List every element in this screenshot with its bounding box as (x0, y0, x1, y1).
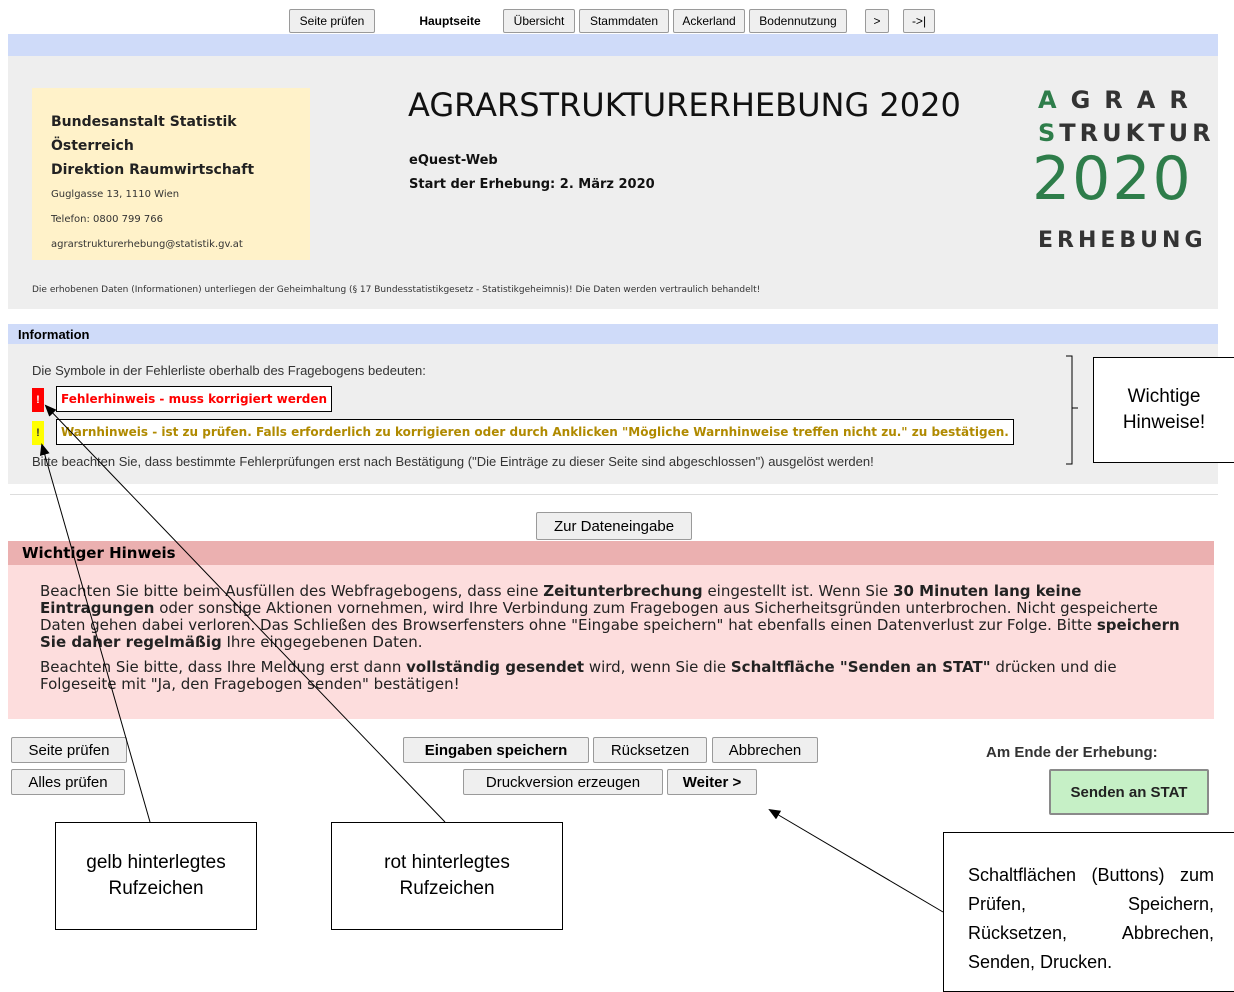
logo-line1-rest: GRAR (1070, 86, 1202, 114)
info-heading-bar: Information (8, 324, 1218, 344)
tab-ackerland[interactable]: Ackerland (673, 9, 745, 33)
am-ende-label: Am Ende der Erhebung: (986, 744, 1158, 761)
tab-hauptseite[interactable]: Hauptseite (403, 9, 497, 33)
org-email: agrarstrukturerhebung@statistik.gv.at (51, 239, 243, 250)
tab-last[interactable]: ->| (903, 9, 935, 33)
divider (10, 494, 1218, 495)
error-legend: Fehlerhinweis - muss korrigiert werden (56, 386, 333, 412)
warning-paragraph-1: Beachten Sie bitte beim Ausfüllen des We… (40, 582, 1180, 651)
error-icon: ! (32, 388, 44, 412)
info-note: Bitte beachten Sie, dass bestimmte Fehle… (32, 454, 874, 469)
org-name: Bundesanstalt Statistik Österreich (51, 114, 237, 154)
weiter-button[interactable]: Weiter > (667, 769, 757, 795)
warning-heading: Wichtiger Hinweis (22, 544, 176, 562)
warning-paragraph-2: Beachten Sie bitte, dass Ihre Meldung er… (40, 658, 1117, 693)
warn-legend: Warnhinweis - ist zu prüfen. Falls erfor… (56, 419, 1014, 445)
info-intro: Die Symbole in der Fehlerliste oberhalb … (32, 363, 426, 378)
senden-an-stat-button[interactable]: Senden an STAT (1049, 769, 1209, 815)
tab-uebersicht[interactable]: Übersicht (503, 9, 575, 33)
alles-pruefen-button[interactable]: Alles prüfen (11, 769, 125, 795)
logo-line4: ERHEBUNG (1038, 228, 1207, 253)
info-panel: Die Symbole in der Fehlerliste oberhalb … (8, 344, 1218, 484)
druckversion-button[interactable]: Druckversion erzeugen (463, 769, 663, 795)
logo-line2: STRUKTUR (1038, 119, 1215, 147)
logo-line1: AGRAR (1038, 86, 1202, 114)
header-panel: Bundesanstalt Statistik Österreich Direk… (8, 56, 1218, 309)
confidentiality-note: Die erhobenen Daten (Informationen) unte… (32, 285, 761, 295)
address-box: Bundesanstalt Statistik Österreich Direk… (32, 88, 310, 260)
tab-bodennutzung[interactable]: Bodennutzung (749, 9, 847, 33)
bracket-line (1066, 355, 1078, 465)
callout-schaltflaechen: Schaltflächen (Buttons) zum Prüfen, Spei… (943, 832, 1234, 992)
warning-panel: Beachten Sie bitte beim Ausfüllen des We… (8, 565, 1214, 719)
zur-dateneingabe-button[interactable]: Zur Dateneingabe (536, 512, 692, 540)
tab-next[interactable]: > (865, 9, 889, 33)
callout-rot: rot hinterlegtes Rufzeichen (331, 822, 563, 930)
agrarstruktur-logo: AGRAR STRUKTUR 2020 ERHEBUNG (1032, 86, 1211, 256)
warn-icon: ! (32, 421, 44, 445)
logo-line2-rest: TRUKTUR (1059, 119, 1215, 147)
warning-heading-bar: Wichtiger Hinweis (8, 541, 1214, 565)
info-heading: Information (18, 327, 90, 342)
subtitle-equest: eQuest-Web (409, 153, 498, 168)
callout-wichtige-hinweise: Wichtige Hinweise! (1093, 357, 1234, 463)
eingaben-speichern-button[interactable]: Eingaben speichern (403, 737, 589, 763)
logo-year: 2020 (1032, 144, 1193, 214)
abbrechen-button[interactable]: Abbrechen (712, 737, 818, 763)
org-phone: Telefon: 0800 799 766 (51, 214, 163, 225)
arrow-buttons (768, 808, 944, 913)
tab-seite-pruefen[interactable]: Seite prüfen (289, 9, 375, 33)
ruecksetzen-button[interactable]: Rücksetzen (593, 737, 707, 763)
seite-pruefen-button[interactable]: Seite prüfen (11, 737, 127, 763)
top-accent-bar (8, 34, 1218, 56)
org-address: Guglgasse 13, 1110 Wien (51, 189, 180, 200)
callout-gelb: gelb hinterlegtes Rufzeichen (55, 822, 257, 930)
tab-stammdaten[interactable]: Stammdaten (579, 9, 669, 33)
subtitle-start: Start der Erhebung: 2. März 2020 (409, 177, 655, 192)
org-dept: Direktion Raumwirtschaft (51, 162, 255, 178)
page-title: AGRARSTRUKTURERHEBUNG 2020 (408, 86, 961, 124)
